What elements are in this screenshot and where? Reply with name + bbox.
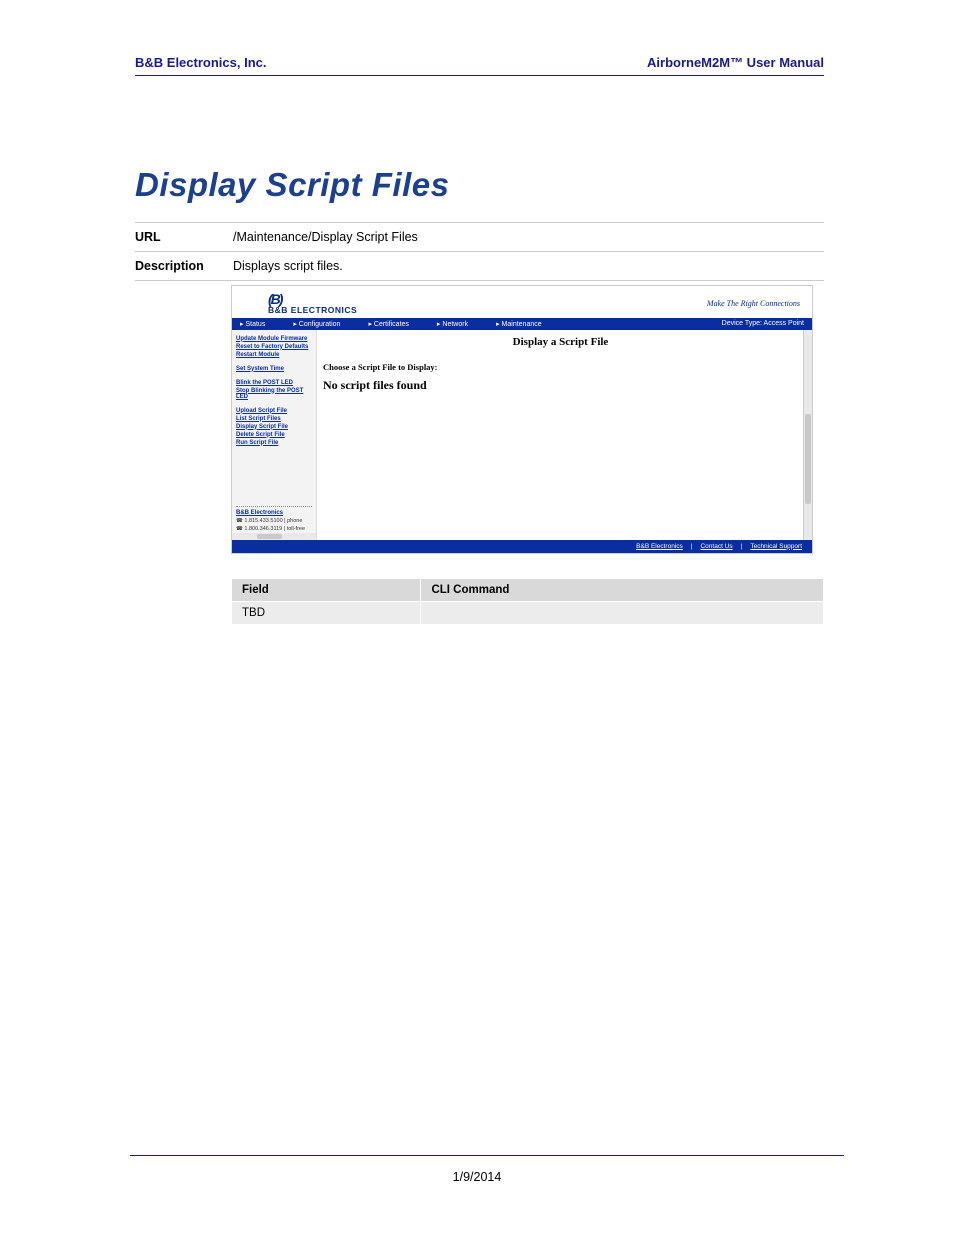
cli-row-command: [421, 601, 824, 624]
logo-text: B&B ELECTRONICS: [268, 306, 357, 315]
contact-company[interactable]: B&B Electronics: [236, 510, 312, 516]
footer-date: 1/9/2014: [0, 1170, 954, 1184]
sidebar-reset-defaults[interactable]: Reset to Factory Defaults: [236, 344, 312, 350]
main-panel: Display a Script File Choose a Script Fi…: [317, 330, 812, 540]
logo-icon: B: [268, 292, 357, 306]
sidebar-scrollbar[interactable]: [232, 533, 316, 540]
embedded-screenshot: B B&B ELECTRONICS Make The Right Connect…: [231, 285, 813, 554]
nav-maintenance[interactable]: ▸ Maintenance: [496, 320, 556, 328]
device-type: Device Type: Access Point: [722, 320, 804, 327]
cli-table: Field CLI Command TBD: [231, 578, 824, 625]
nav-status[interactable]: ▸ Status: [240, 320, 279, 328]
description-label: Description: [135, 252, 233, 281]
sidebar-upload-script[interactable]: Upload Script File: [236, 408, 312, 414]
sidebar-restart-module[interactable]: Restart Module: [236, 352, 312, 358]
sidebar-set-system-time[interactable]: Set System Time: [236, 366, 312, 372]
sidebar-delete-script[interactable]: Delete Script File: [236, 432, 312, 438]
url-label: URL: [135, 223, 233, 252]
sidebar-contact: B&B Electronics ☎ 1.815.433.5100 | phone…: [236, 506, 312, 534]
info-table: URL /Maintenance/Display Script Files De…: [135, 222, 824, 281]
sidebar-blink-led[interactable]: Blink the POST LED: [236, 380, 312, 386]
choose-label: Choose a Script File to Display:: [323, 362, 798, 372]
logo: B B&B ELECTRONICS: [268, 292, 357, 315]
cli-row-field: TBD: [232, 601, 421, 624]
sidebar-display-script[interactable]: Display Script File: [236, 424, 312, 430]
footer-link-contact[interactable]: Contact Us: [700, 543, 732, 550]
cli-header-field: Field: [232, 578, 421, 601]
page-header: B&B Electronics, Inc. AirborneM2M™ User …: [135, 55, 824, 76]
manual-name: AirborneM2M™ User Manual: [647, 55, 824, 70]
no-files-message: No script files found: [323, 378, 798, 393]
sidebar: Update Module Firmware Reset to Factory …: [232, 330, 317, 540]
footer-link-company[interactable]: B&B Electronics: [636, 543, 683, 550]
description-value: Displays script files.: [233, 252, 824, 281]
contact-phone: ☎ 1.815.433.5100 | phone: [236, 518, 312, 524]
panel-title: Display a Script File: [323, 336, 798, 348]
nav-bar: ▸ Status ▸ Configuration ▸ Certificates …: [232, 318, 812, 330]
footer-link-support[interactable]: Technical Support: [750, 543, 802, 550]
footer-bar: B&B Electronics | Contact Us | Technical…: [232, 540, 812, 553]
nav-certificates[interactable]: ▸ Certificates: [368, 320, 422, 328]
company-name: B&B Electronics, Inc.: [135, 55, 266, 70]
cli-header-command: CLI Command: [421, 578, 824, 601]
contact-tollfree: ☎ 1.800.346.3119 | toll-free: [236, 526, 312, 532]
footer-rule: [130, 1155, 844, 1156]
sidebar-list-scripts[interactable]: List Script Files: [236, 416, 312, 422]
tagline: Make The Right Connections: [707, 299, 800, 308]
page-title: Display Script Files: [135, 166, 824, 204]
sidebar-update-firmware[interactable]: Update Module Firmware: [236, 336, 312, 342]
vertical-scrollbar[interactable]: [803, 330, 812, 540]
sidebar-run-script[interactable]: Run Script File: [236, 440, 312, 446]
nav-network[interactable]: ▸ Network: [437, 320, 482, 328]
nav-configuration[interactable]: ▸ Configuration: [293, 320, 354, 328]
sidebar-stop-blink-led[interactable]: Stop Blinking the POST LED: [236, 388, 312, 400]
url-value: /Maintenance/Display Script Files: [233, 223, 824, 252]
